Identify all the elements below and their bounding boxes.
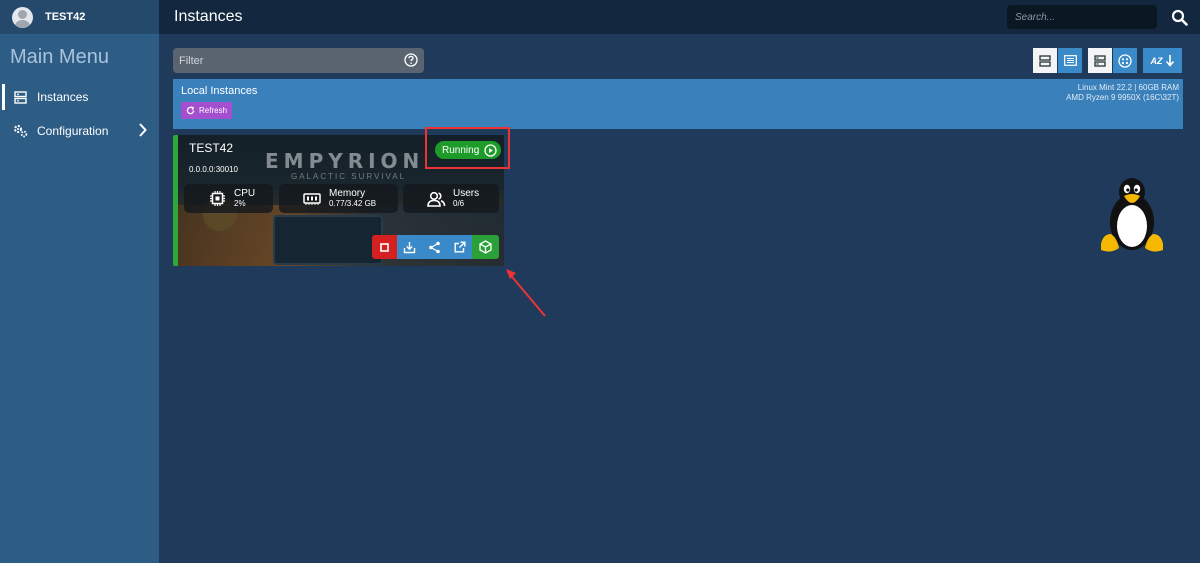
search-button[interactable]: [1169, 7, 1189, 27]
users-icon: [425, 188, 447, 210]
stat-label: Memory: [329, 187, 366, 199]
circle-grid-button[interactable]: [1113, 48, 1137, 73]
user-row[interactable]: TEST42: [0, 0, 159, 34]
main-menu-title: Main Menu: [10, 46, 109, 68]
sidebar-item-label: Instances: [37, 90, 89, 104]
filter-box: [173, 48, 424, 73]
memory-stat: Memory 0.77/3.42 GB: [279, 184, 398, 213]
avatar[interactable]: [12, 6, 33, 28]
stat-value: 0/6: [453, 198, 465, 208]
detail-list-icon: [1063, 55, 1077, 66]
system-info-line2: AMD Ryzen 9 9950X (16C\32T): [1066, 93, 1179, 102]
detail-list-button[interactable]: [1058, 48, 1082, 73]
topbar: Instances: [159, 0, 1200, 34]
instance-address: 0.0.0.0:30010: [189, 165, 238, 174]
system-info-line1: Linux Mint 22.2 | 60GB RAM: [1077, 83, 1179, 92]
update-download-icon: [403, 241, 416, 253]
refresh-button[interactable]: Refresh: [181, 102, 233, 119]
share-button[interactable]: [422, 235, 447, 259]
update-download-button[interactable]: [397, 235, 422, 259]
server-list-icon: [1094, 54, 1106, 67]
server-list-button[interactable]: [1088, 48, 1112, 73]
list-layout-button[interactable]: [1033, 48, 1057, 73]
share-icon: [429, 241, 440, 253]
open-external-icon: [454, 241, 465, 253]
username: TEST42: [45, 11, 86, 23]
refresh-icon: [186, 106, 195, 115]
local-instances-title: Local Instances: [181, 85, 258, 97]
stop-button[interactable]: [372, 235, 397, 259]
circle-grid-icon: [1118, 53, 1132, 68]
package-icon: [479, 240, 492, 254]
sort-az-down-icon: AZ: [1151, 54, 1175, 67]
server-icon: [12, 89, 28, 105]
local-instances-banner: Local Instances Refresh Linux Mint 22.2 …: [173, 79, 1183, 129]
chevron-right-icon: [138, 123, 147, 140]
refresh-label: Refresh: [199, 106, 228, 115]
status-stripe: [173, 135, 178, 266]
highlight-annotation: [425, 127, 510, 169]
stat-value: 0.77/3.42 GB: [329, 198, 377, 208]
open-external-button[interactable]: [447, 235, 472, 259]
memory-icon: [301, 188, 323, 210]
app: TEST42 Main Menu Instances Configuration…: [0, 0, 1200, 563]
arrow-annotation-icon: [506, 269, 546, 317]
search-icon: [1171, 9, 1188, 26]
game-logo: EMPYRION: [265, 149, 425, 173]
linux-tux-icon: [1101, 178, 1163, 252]
sort-button[interactable]: AZ: [1143, 48, 1182, 73]
search-box: [1007, 5, 1157, 29]
cpu-icon: [206, 188, 228, 210]
filter-input[interactable]: [179, 54, 399, 67]
page-title: Instances: [174, 8, 243, 25]
help-icon[interactable]: [404, 53, 418, 67]
users-stat: Users 0/6: [403, 184, 499, 213]
game-subtitle: GALACTIC SURVIVAL: [291, 172, 407, 181]
search-input[interactable]: [1015, 11, 1155, 23]
instance-name: TEST42: [189, 141, 234, 155]
stat-label: CPU: [234, 187, 256, 199]
cpu-stat: CPU 2%: [184, 184, 273, 213]
stop-icon: [380, 242, 389, 252]
sidebar-item-label: Configuration: [37, 124, 109, 138]
package-button[interactable]: [472, 235, 499, 259]
gears-icon: [12, 123, 28, 139]
sidebar: TEST42 Main Menu Instances Configuration: [0, 0, 159, 563]
sidebar-item-configuration[interactable]: Configuration: [0, 116, 159, 146]
sort-az-label: AZ: [1150, 55, 1163, 66]
list-layout-icon: [1039, 54, 1051, 67]
stat-value: 2%: [234, 198, 246, 208]
stat-label: Users: [453, 187, 480, 199]
sidebar-item-instances[interactable]: Instances: [0, 82, 159, 112]
system-info: Linux Mint 22.2 | 60GB RAM AMD Ryzen 9 9…: [1066, 83, 1179, 103]
